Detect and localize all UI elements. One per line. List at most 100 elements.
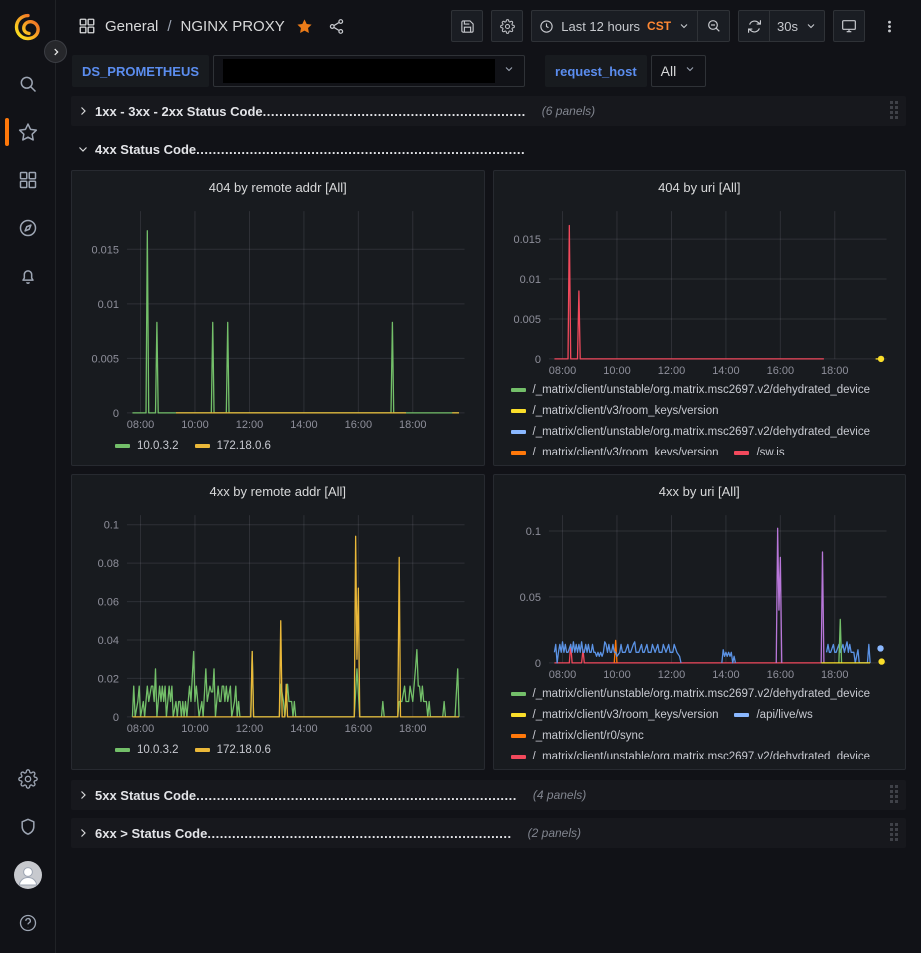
legend-item[interactable]: /_matrix/client/r0/sync	[511, 725, 644, 746]
legend-series-swatch	[511, 692, 526, 696]
time-range-picker[interactable]: Last 12 hours CST	[531, 10, 698, 42]
refresh-button[interactable]	[738, 10, 770, 42]
legend-item[interactable]: 172.18.0.6	[195, 436, 271, 457]
legend-series-swatch	[511, 451, 526, 455]
svg-text:12:00: 12:00	[657, 669, 684, 681]
variable-value-request-host[interactable]: All	[651, 55, 707, 87]
sidebar-item-explore[interactable]	[0, 204, 56, 252]
zoom-out-time-button[interactable]	[698, 10, 730, 42]
sidebar-item-starred[interactable]	[0, 108, 56, 156]
legend-item[interactable]: /api/live/ws	[734, 704, 812, 725]
variable-label-request-host[interactable]: request_host	[545, 55, 647, 87]
panel-title[interactable]: 4xx by uri [All]	[503, 480, 897, 505]
legend-series-label: 172.18.0.6	[217, 440, 271, 452]
sidebar-item-search[interactable]	[0, 60, 56, 108]
star-icon	[18, 122, 38, 142]
row-4xx[interactable]: 4xx Status Code ........................…	[71, 134, 906, 164]
grafana-logo[interactable]	[13, 12, 43, 42]
row-drag-handle[interactable]	[890, 823, 898, 841]
panel-title[interactable]: 404 by uri [All]	[503, 176, 897, 201]
svg-text:08:00: 08:00	[548, 365, 575, 377]
dashboard-settings-button[interactable]	[491, 10, 523, 42]
legend-item[interactable]: /_matrix/client/unstable/org.matrix.msc2…	[511, 746, 871, 759]
legend-series-swatch	[511, 409, 526, 413]
sidebar-item-server-admin[interactable]	[0, 803, 56, 851]
legend-series-label: /_matrix/client/v3/room_keys/version	[533, 447, 719, 456]
svg-text:12:00: 12:00	[236, 419, 263, 431]
save-dashboard-button[interactable]	[451, 10, 483, 42]
chevron-down-icon	[503, 63, 515, 75]
svg-text:10:00: 10:00	[603, 669, 630, 681]
row-panel-count: (4 panels)	[533, 788, 586, 802]
row-1xx-3xx-2xx[interactable]: 1xx - 3xx - 2xx Status Code ............…	[71, 96, 906, 126]
row-5xx[interactable]: 5xx Status Code ........................…	[71, 780, 906, 810]
sidebar-item-alerting[interactable]	[0, 252, 56, 300]
chart-legend: 10.0.3.2 172.18.0.6	[81, 433, 475, 459]
sidebar-item-configuration[interactable]	[0, 755, 56, 803]
panel-4xx-by-uri: 4xx by uri [All] 08:0010:0012:0014:0016:…	[493, 474, 907, 770]
svg-text:0: 0	[113, 408, 119, 420]
timeseries-chart[interactable]: 08:0010:0012:0014:0016:0018:0000.0050.01…	[81, 201, 475, 433]
panel-title[interactable]: 4xx by remote addr [All]	[81, 480, 475, 505]
refresh-interval-dropdown[interactable]: 30s	[770, 10, 825, 42]
svg-text:0.015: 0.015	[91, 244, 118, 256]
breadcrumb-folder[interactable]: General	[105, 18, 158, 35]
timeseries-chart[interactable]: 08:0010:0012:0014:0016:0018:0000.020.040…	[81, 505, 475, 737]
svg-text:0.015: 0.015	[513, 234, 540, 246]
legend-item[interactable]: /_matrix/client/v3/room_keys/version	[511, 400, 719, 421]
row-drag-handle[interactable]	[890, 101, 898, 119]
chart-legend: 10.0.3.2 172.18.0.6	[81, 737, 475, 763]
shield-icon	[18, 817, 38, 837]
legend-item[interactable]: 10.0.3.2	[115, 436, 179, 457]
legend-series-swatch	[115, 748, 130, 752]
timeseries-chart[interactable]: 08:0010:0012:0014:0016:0018:0000.050.1	[503, 505, 897, 683]
panel-404-by-uri: 404 by uri [All] 08:0010:0012:0014:0016:…	[493, 170, 907, 466]
sidebar-item-dashboards[interactable]	[0, 156, 56, 204]
timeseries-chart[interactable]: 08:0010:0012:0014:0016:0018:0000.0050.01…	[503, 201, 897, 379]
panel-title[interactable]: 404 by remote addr [All]	[81, 176, 475, 201]
gear-icon	[500, 19, 515, 34]
legend-item[interactable]: /_matrix/client/unstable/org.matrix.msc2…	[511, 421, 871, 442]
legend-item[interactable]: /_matrix/client/unstable/org.matrix.msc2…	[511, 683, 871, 704]
person-icon	[14, 861, 42, 889]
legend-item[interactable]: /_matrix/client/v3/room_keys/version	[511, 442, 719, 455]
legend-item[interactable]: /_matrix/client/v3/room_keys/version	[511, 704, 719, 725]
legend-item[interactable]: /_matrix/client/unstable/org.matrix.msc2…	[511, 379, 871, 400]
breadcrumb-dashboard-title[interactable]: NGINX PROXY	[181, 18, 285, 35]
legend-item[interactable]: 10.0.3.2	[115, 740, 179, 761]
zoom-out-icon	[706, 18, 722, 34]
svg-text:14:00: 14:00	[290, 419, 317, 431]
row-title: 6xx > Status Code	[95, 826, 207, 841]
variable-label-ds-prometheus[interactable]: DS_PROMETHEUS	[72, 55, 209, 87]
legend-item[interactable]: 172.18.0.6	[195, 740, 271, 761]
legend-series-label: 172.18.0.6	[217, 744, 271, 756]
sidebar	[0, 0, 56, 953]
legend-item[interactable]: /sw.js	[734, 442, 784, 455]
breadcrumb-separator: /	[167, 18, 171, 35]
variable-value-ds-prometheus[interactable]	[213, 55, 525, 87]
legend-series-swatch	[511, 755, 526, 759]
favorite-star-icon[interactable]	[296, 18, 313, 35]
share-icon[interactable]	[328, 18, 345, 35]
breadcrumb: General / NGINX PROXY	[78, 17, 345, 35]
sidebar-item-help[interactable]	[0, 899, 56, 947]
svg-text:0.005: 0.005	[91, 353, 118, 365]
svg-text:08:00: 08:00	[548, 669, 575, 681]
refresh-icon	[747, 19, 762, 34]
legend-series-swatch	[195, 444, 210, 448]
sidebar-expand-button[interactable]	[44, 40, 67, 63]
svg-text:10:00: 10:00	[181, 419, 208, 431]
gear-icon	[18, 769, 38, 789]
cycle-view-mode-button[interactable]	[833, 10, 865, 42]
row-6xx[interactable]: 6xx > Status Code ......................…	[71, 818, 906, 848]
sidebar-bottom	[0, 755, 56, 953]
sidebar-item-profile[interactable]	[0, 851, 56, 899]
row-panel-count: (6 panels)	[542, 104, 595, 118]
chevron-down-icon	[684, 63, 696, 75]
time-range-label: Last 12 hours	[561, 19, 640, 34]
row-drag-handle[interactable]	[890, 785, 898, 803]
svg-text:0.05: 0.05	[519, 592, 540, 604]
chevron-down-icon	[805, 20, 817, 32]
save-icon	[460, 19, 475, 34]
more-options-button[interactable]	[873, 10, 905, 42]
